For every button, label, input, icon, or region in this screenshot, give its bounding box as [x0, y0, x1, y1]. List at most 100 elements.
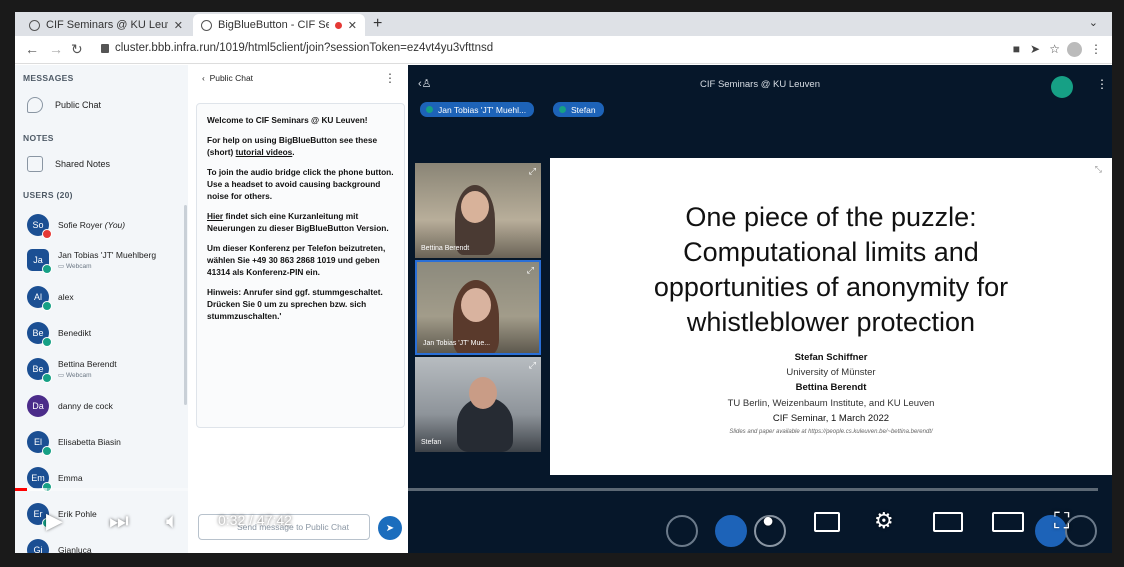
avatar: Al — [27, 286, 52, 311]
user-list-item[interactable]: So Sofie Royer (You) — [27, 214, 125, 239]
address-bar: ← → ↻ cluster.bbb.infra.run/1019/html5cl… — [15, 36, 1112, 64]
avatar: Be — [27, 358, 52, 383]
welcome-line: Hier findet sich eine Kurzanleitung mit … — [207, 211, 389, 234]
fullscreen-icon[interactable]: ⛶ — [1054, 506, 1069, 536]
user-list-item[interactable]: Ja Jan Tobias 'JT' Muehlberg ▭ Webcam — [27, 249, 157, 274]
autoplay-toggle-icon[interactable]: ● — [762, 506, 774, 536]
welcome-line: Hinweis: Anrufer sind ggf. stummgeschalt… — [207, 287, 383, 322]
users-heading: USERS (20) — [23, 190, 73, 200]
mute-mic-button[interactable] — [666, 515, 698, 547]
tutorial-link[interactable]: tutorial videos — [236, 147, 293, 157]
subtitles-icon[interactable] — [814, 512, 840, 532]
webcam-tile[interactable]: ⤢ Jan Tobias 'JT' Mue... — [415, 260, 541, 355]
webcam-tile[interactable]: ⤢ Stefan — [415, 357, 541, 452]
camera-icon[interactable]: ■ — [1013, 42, 1020, 56]
webcam-tile[interactable]: ⤢ Bettina Berendt — [415, 163, 541, 258]
kebab-menu-icon[interactable]: ⋮ — [384, 71, 396, 85]
messages-heading: MESSAGES — [23, 73, 74, 83]
chat-title: Public Chat — [209, 73, 254, 83]
play-icon[interactable]: ▶ — [46, 506, 63, 536]
user-list-item[interactable]: Em Emma — [27, 467, 83, 492]
muted-mic-icon — [42, 229, 52, 239]
url-field[interactable]: cluster.bbb.infra.run/1019/html5client/j… — [101, 42, 493, 54]
send-icon[interactable]: ➤ — [1030, 42, 1040, 56]
user-list-item[interactable]: Gi Gianluca — [27, 539, 92, 553]
avatar: Da — [27, 395, 49, 417]
welcome-line: Um dieser Konferenz per Telefon beizutre… — [207, 243, 386, 278]
hier-link[interactable]: Hier — [207, 211, 223, 221]
lock-icon — [101, 43, 109, 53]
video-progress-bar[interactable] — [15, 488, 1098, 491]
slide-event: CIF Seminar, 1 March 2022 — [772, 413, 890, 424]
user-list-item[interactable]: El Elisabetta Biasin — [27, 431, 121, 456]
user-name: Jan Tobias 'JT' Muehlberg — [58, 250, 157, 260]
webcam-name: Bettina Berendt — [421, 245, 470, 252]
recording-icon — [334, 21, 342, 29]
chat-back-button[interactable]: ‹ Public Chat — [202, 73, 253, 83]
star-icon[interactable]: ☆ — [1049, 42, 1060, 56]
talking-indicator[interactable]: Jan Tobias 'JT' Muehl... — [420, 102, 535, 117]
time-display: 0:32 / 47:42 — [218, 512, 292, 528]
mic-icon — [42, 373, 52, 383]
screen-recording: CIF Seminars @ KU Leuven ✕ BigBlueButton… — [15, 12, 1112, 553]
raise-hand-button[interactable] — [1065, 515, 1097, 547]
next-icon[interactable]: ⏭ — [109, 506, 129, 536]
meeting-title: CIF Seminars @ KU Leuven — [700, 79, 820, 90]
avatar: El — [27, 431, 52, 456]
user-list-item[interactable]: Da danny de cock — [27, 395, 113, 417]
chevron-down-icon[interactable]: ⌄ — [1089, 16, 1098, 29]
forward-arrow-icon[interactable]: → — [49, 41, 63, 57]
connection-status-icon[interactable] — [1051, 76, 1073, 98]
webcam-name: Stefan — [421, 439, 442, 446]
user-list-item[interactable]: Be Benedikt — [27, 322, 91, 347]
fullscreen-icon[interactable]: ⤢ — [529, 360, 536, 371]
leave-audio-button[interactable] — [715, 515, 747, 547]
fullscreen-icon[interactable]: ⤢ — [529, 166, 536, 177]
new-tab-button[interactable]: + — [373, 15, 382, 33]
shared-notes-item[interactable]: Shared Notes — [27, 156, 110, 172]
public-chat-label: Public Chat — [55, 100, 102, 110]
profile-icon[interactable] — [1067, 42, 1082, 57]
user-list-scrollbar[interactable] — [184, 205, 187, 405]
close-icon[interactable]: ✕ — [174, 19, 183, 32]
notes-icon — [27, 156, 43, 172]
chat-panel: ‹ Public Chat ⋮ Welcome to CIF Seminars … — [188, 65, 408, 553]
browser-tab-bar: CIF Seminars @ KU Leuven ✕ BigBlueButton… — [15, 12, 1112, 36]
presentation-slide[interactable]: ⤡ One piece of the puzzle: Computational… — [550, 158, 1112, 475]
talking-indicator[interactable]: Stefan — [553, 102, 604, 117]
user-name: alex — [58, 292, 74, 302]
fullscreen-icon[interactable]: ⤢ — [527, 265, 534, 276]
slide-author: Stefan Schiffner — [794, 352, 868, 363]
user-list-item[interactable]: Be Bettina Berendt ▭ Webcam — [27, 358, 117, 383]
public-chat-item[interactable]: Public Chat — [27, 97, 101, 113]
gear-icon[interactable]: ⚙ — [874, 506, 894, 536]
send-message-button[interactable]: ➤ — [378, 516, 402, 540]
browser-tab-cif[interactable]: CIF Seminars @ KU Leuven ✕ — [21, 14, 191, 36]
fullscreen-icon[interactable]: ⤡ — [1095, 164, 1102, 175]
chat-icon — [27, 97, 43, 113]
user-name: Bettina Berendt — [58, 359, 117, 369]
kebab-menu-icon[interactable]: ⋮ — [1096, 77, 1108, 91]
mic-icon — [42, 337, 52, 347]
kebab-menu-icon[interactable]: ⋮ — [1090, 42, 1102, 56]
back-arrow-icon[interactable]: ← — [25, 41, 39, 57]
globe-icon — [201, 19, 212, 31]
miniplayer-icon[interactable] — [933, 512, 963, 532]
tab-title: CIF Seminars @ KU Leuven — [46, 19, 168, 31]
welcome-message: Welcome to CIF Seminars @ KU Leuven! For… — [196, 103, 405, 428]
reload-icon[interactable]: ↻ — [71, 41, 83, 58]
close-icon[interactable]: ✕ — [348, 19, 357, 32]
browser-tab-bbb[interactable]: BigBlueButton - CIF Se ✕ — [193, 14, 365, 36]
avatar: Em — [27, 467, 52, 492]
volume-icon[interactable]: 🔈︎ — [166, 506, 179, 536]
mic-icon — [42, 301, 52, 311]
slide-affiliation: TU Berlin, Weizenbaum Institute, and KU … — [727, 398, 935, 409]
user-name: Sofie Royer — [58, 220, 103, 230]
shared-notes-label: Shared Notes — [55, 159, 111, 169]
user-list-item[interactable]: Al alex — [27, 286, 74, 311]
slide-note: Slides and paper available at https://pe… — [729, 429, 933, 435]
avatar: Gi — [27, 539, 49, 553]
theater-mode-icon[interactable] — [992, 512, 1024, 532]
notes-heading: NOTES — [23, 133, 54, 143]
user-name: Erik Pohle — [58, 509, 97, 519]
